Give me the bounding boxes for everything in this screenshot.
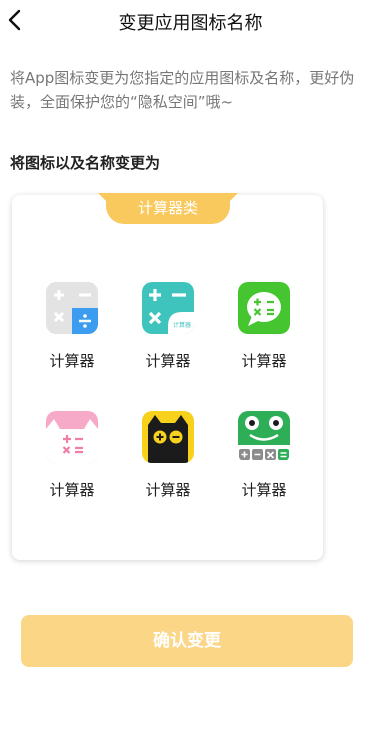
category-tag: 计算器类 [98,193,238,224]
calculator-green-bubble-icon [238,282,290,334]
icon-option-1[interactable]: 计算器 [24,282,120,371]
calculator-frog-icon [238,411,290,463]
icon-label: 计算器 [241,352,287,370]
header: 变更应用图标名称 [0,0,381,40]
page-title: 变更应用图标名称 [118,13,263,34]
icon-badge-text: 计算器 [173,321,191,329]
icon-label: 计算器 [241,481,287,499]
icon-label: 计算器 [49,352,95,370]
icon-option-4[interactable]: 计算器 [24,411,120,500]
icon-category-card: 计算器类 计算器 计算器 计算器 计算器 计算器 计算器 计算器 [12,193,323,560]
section-title: 将图标以及名称变更为 [10,154,161,172]
calculator-teal-icon: 计算器 [142,282,194,334]
description-text: 将App图标变更为您指定的应用图标及名称，更好伪装，全面保护您的“隐私空间”哦~ [10,69,355,111]
calculator-gray-icon [46,282,98,334]
calculator-pink-cat-icon [46,411,98,463]
icon-label: 计算器 [145,352,191,370]
icon-label: 计算器 [145,481,191,499]
calculator-black-cat-icon [142,411,194,463]
icon-option-2[interactable]: 计算器 计算器 [120,282,216,371]
icon-option-6[interactable]: 计算器 [216,411,312,500]
confirm-change-button[interactable]: 确认变更 [21,615,353,667]
icon-option-5[interactable]: 计算器 [120,411,216,500]
icon-label: 计算器 [49,481,95,499]
icon-option-3[interactable]: 计算器 [216,282,312,371]
